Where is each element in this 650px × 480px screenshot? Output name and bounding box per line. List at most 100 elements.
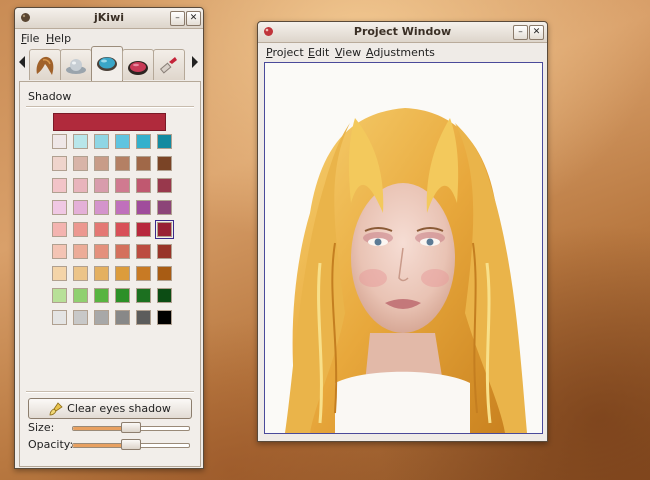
portrait-photo (285, 108, 527, 433)
color-swatch[interactable] (94, 178, 109, 193)
color-swatch[interactable] (94, 266, 109, 281)
window-title: Project Window (353, 25, 452, 38)
color-swatch[interactable] (115, 222, 130, 237)
color-swatch[interactable] (157, 266, 172, 281)
opacity-slider[interactable] (72, 439, 190, 450)
menubar: Project Edit View Adjustments (258, 43, 547, 61)
lipstick-icon (159, 57, 177, 74)
color-swatch[interactable] (157, 244, 172, 259)
minimize-button[interactable]: – (170, 11, 185, 26)
tab-blush[interactable] (122, 49, 154, 80)
color-swatch[interactable] (94, 244, 109, 259)
color-swatch[interactable] (115, 156, 130, 171)
category-tabs (15, 46, 203, 81)
color-swatch[interactable] (52, 178, 67, 193)
divider (26, 106, 194, 108)
color-swatch[interactable] (155, 220, 174, 239)
tool-panel: Shadow Clear eyes shadow Size: Opacity: (19, 81, 201, 467)
color-swatch[interactable] (73, 244, 88, 259)
project-titlebar[interactable]: Project Window – ✕ (258, 22, 547, 43)
close-button[interactable]: ✕ (529, 25, 544, 40)
color-swatch[interactable] (115, 134, 130, 149)
menu-adjustments[interactable]: Adjustments (366, 46, 435, 59)
clear-eyes-shadow-button[interactable]: Clear eyes shadow (28, 398, 192, 419)
color-swatch[interactable] (115, 288, 130, 303)
close-button[interactable]: ✕ (186, 11, 201, 26)
color-swatch[interactable] (115, 200, 130, 215)
color-swatch[interactable] (115, 178, 130, 193)
color-swatch[interactable] (94, 156, 109, 171)
menu-edit[interactable]: Edit (308, 46, 329, 59)
menu-project[interactable]: Project (266, 46, 304, 59)
minimize-button[interactable]: – (513, 25, 528, 40)
color-swatch[interactable] (94, 134, 109, 149)
size-slider[interactable] (72, 422, 190, 433)
size-slider-thumb[interactable] (121, 422, 141, 433)
color-swatch[interactable] (73, 288, 88, 303)
color-swatch[interactable] (157, 310, 172, 325)
tab-eye-shadow[interactable] (91, 46, 123, 81)
color-swatch[interactable] (136, 200, 151, 215)
color-swatch[interactable] (157, 178, 172, 193)
color-swatch[interactable] (52, 222, 67, 237)
color-swatch[interactable] (157, 200, 172, 215)
color-swatch[interactable] (136, 134, 151, 149)
scroll-left-arrow-icon[interactable] (19, 56, 25, 68)
color-swatch[interactable] (73, 222, 88, 237)
color-swatch[interactable] (73, 156, 88, 171)
color-swatch[interactable] (52, 266, 67, 281)
image-canvas[interactable] (264, 62, 543, 434)
scroll-right-arrow-icon[interactable] (192, 56, 198, 68)
brush-icon (49, 402, 63, 416)
color-swatch[interactable] (73, 310, 88, 325)
color-swatch[interactable] (136, 222, 151, 237)
divider (26, 391, 194, 393)
color-swatch[interactable] (115, 310, 130, 325)
menu-help[interactable]: Help (46, 32, 71, 45)
menu-view[interactable]: View (335, 46, 361, 59)
color-swatch[interactable] (157, 134, 172, 149)
menubar: File Help (15, 29, 203, 47)
size-label: Size: (28, 421, 55, 434)
color-swatch[interactable] (94, 200, 109, 215)
color-swatch[interactable] (52, 156, 67, 171)
opacity-label: Opacity: (28, 438, 74, 451)
jkiwi-window: jKiwi – ✕ File Help Shadow Clear eyes sh… (14, 7, 204, 469)
color-swatch[interactable] (52, 244, 67, 259)
color-swatch[interactable] (94, 310, 109, 325)
color-swatch[interactable] (73, 266, 88, 281)
project-window: Project Window – ✕ Project Edit View Adj… (257, 21, 548, 442)
selected-color-swatch (53, 113, 166, 131)
color-swatch[interactable] (73, 134, 88, 149)
color-swatch[interactable] (136, 310, 151, 325)
color-swatch[interactable] (157, 156, 172, 171)
color-swatch[interactable] (94, 288, 109, 303)
menu-file[interactable]: File (21, 32, 39, 45)
color-swatch[interactable] (94, 222, 109, 237)
color-swatch[interactable] (136, 266, 151, 281)
color-swatch[interactable] (52, 288, 67, 303)
hat-icon (66, 59, 86, 74)
tab-lipstick[interactable] (153, 49, 185, 80)
color-swatch[interactable] (136, 178, 151, 193)
color-swatch[interactable] (136, 244, 151, 259)
blush-icon (128, 61, 148, 75)
color-swatch[interactable] (157, 288, 172, 303)
color-swatch[interactable] (115, 266, 130, 281)
jkiwi-titlebar[interactable]: jKiwi – ✕ (15, 8, 203, 29)
color-swatch[interactable] (52, 134, 67, 149)
color-swatch[interactable] (136, 288, 151, 303)
color-swatch[interactable] (73, 200, 88, 215)
color-swatch[interactable] (52, 310, 67, 325)
color-swatch[interactable] (52, 200, 67, 215)
hair-icon (36, 56, 54, 75)
tab-hat[interactable] (60, 49, 92, 80)
clear-button-label: Clear eyes shadow (67, 402, 171, 415)
eye-shadow-icon (97, 57, 117, 71)
color-swatch[interactable] (73, 178, 88, 193)
tab-hair[interactable] (29, 49, 61, 80)
section-label: Shadow (28, 90, 72, 103)
opacity-slider-thumb[interactable] (121, 439, 141, 450)
color-swatch[interactable] (136, 156, 151, 171)
color-swatch[interactable] (115, 244, 130, 259)
